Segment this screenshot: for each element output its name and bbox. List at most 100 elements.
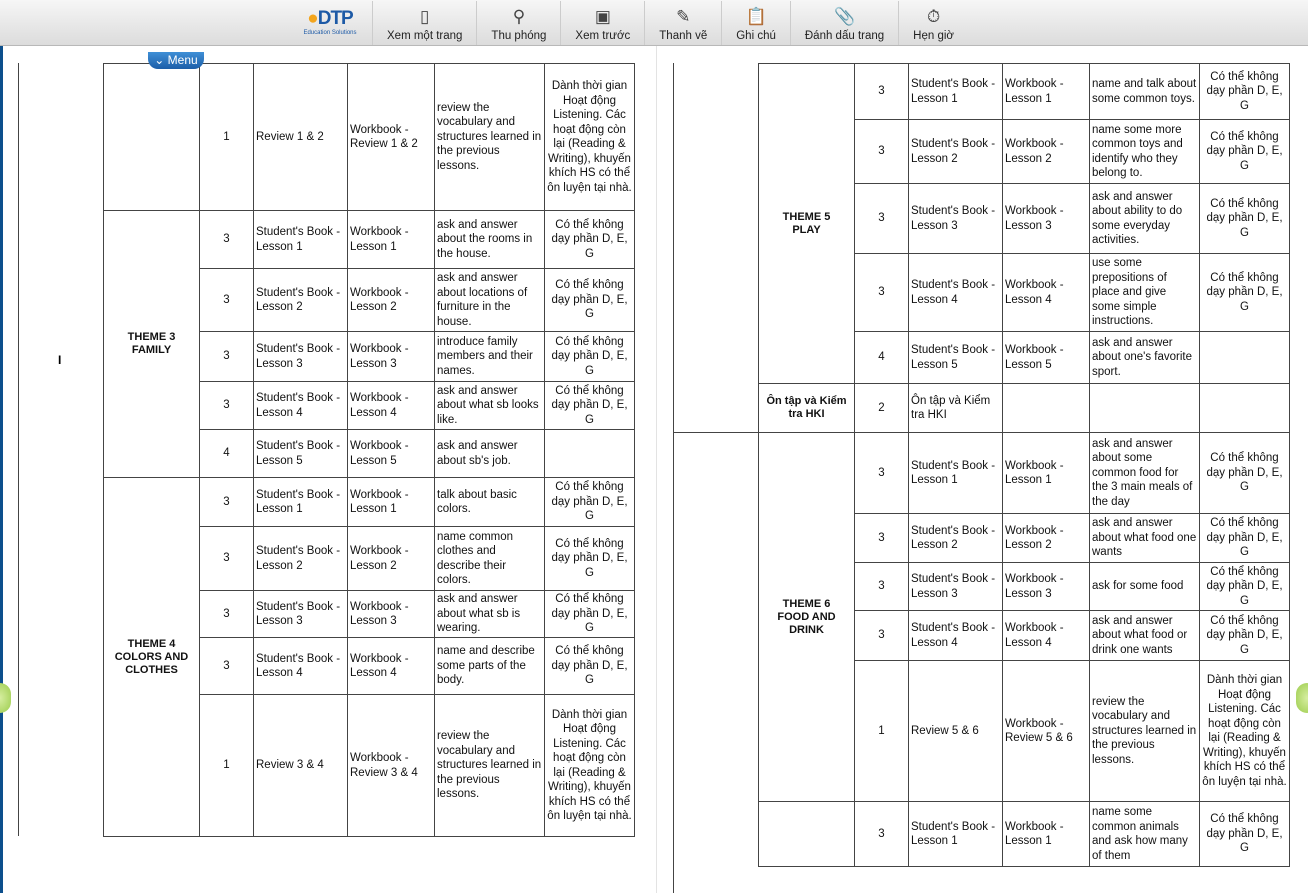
students-book-cell: Student's Book - Lesson 1	[253, 477, 348, 527]
theme-cell: THEME 6 FOOD AND DRINK	[758, 432, 855, 802]
students-book-cell: Student's Book - Lesson 3	[253, 331, 348, 382]
note-cell: Có thể không dạy phần D, E, G	[1199, 513, 1290, 563]
previous-page-button[interactable]	[0, 683, 11, 713]
objective-cell: review the vocabulary and structures lea…	[1089, 660, 1200, 802]
toolbar: ●DTP Education Solutions ▯ Xem một trang ⚲…	[0, 0, 1308, 46]
note-cell: Có thể không dạy phần D, E, G	[1199, 432, 1290, 514]
toolbar-button-label: Đánh dấu trang	[804, 30, 885, 42]
periods-cell: 3	[199, 637, 254, 695]
note-cell: Có thể không dạy phần D, E, G	[544, 210, 635, 269]
periods-cell: 3	[199, 526, 254, 591]
workbook-cell: Workbook - Lesson 2	[347, 268, 435, 332]
workbook-cell: Workbook - Lesson 1	[1002, 801, 1090, 867]
periods-cell: 3	[854, 63, 909, 120]
students-book-cell: Student's Book - Lesson 1	[908, 63, 1003, 120]
toolbar-button-preview[interactable]: ▣ Xem trước	[560, 1, 644, 45]
table-row: THEME 3 FAMILY 3 Student's Book - Lesson 1…	[103, 210, 635, 478]
periods-cell: 3	[199, 477, 254, 527]
students-book-cell: Student's Book - Lesson 4	[908, 253, 1003, 332]
workbook-cell: Workbook - Lesson 1	[347, 477, 435, 527]
periods-cell: 4	[854, 331, 909, 384]
table-row: THEME 6 FOOD AND DRINK 3 Student's Book - …	[758, 432, 1290, 802]
theme-cell: THEME 3 FAMILY	[103, 210, 200, 478]
next-page-button[interactable]	[1296, 683, 1308, 713]
bookmark-clip-icon: 📎	[833, 7, 856, 26]
section-column-border	[673, 63, 674, 893]
theme-cell: THEME 5 PLAY	[758, 63, 855, 384]
note-cell: Dành thời gian Hoạt động Listening. Các …	[544, 63, 635, 211]
students-book-cell: Student's Book - Lesson 4	[253, 381, 348, 430]
preview-icon: ▣	[594, 7, 611, 26]
note-cell: Có thể không dạy phần D, E, G	[544, 381, 635, 430]
students-book-cell: Ôn tập và Kiểm tra HKI	[908, 383, 1003, 433]
single-page-icon: ▯	[420, 7, 430, 26]
students-book-cell: Student's Book - Lesson 5	[253, 429, 348, 478]
workbook-cell: Workbook - Lesson 5	[1002, 331, 1090, 384]
students-book-cell: Student's Book - Lesson 2	[253, 268, 348, 332]
objective-cell: ask and answer about locations of furnit…	[434, 268, 545, 332]
workbook-cell: Workbook - Lesson 4	[1002, 253, 1090, 332]
workbook-cell: Workbook - Lesson 4	[347, 637, 435, 695]
note-cell: Có thể không dạy phần D, E, G	[544, 637, 635, 695]
toolbar-button-bookmark-clip[interactable]: 📎 Đánh dấu trang	[789, 1, 898, 45]
workbook-cell	[1002, 383, 1090, 433]
table-row: THEME 4 COLORS AND CLOTHES 3 Student's Boo…	[103, 477, 635, 837]
objective-cell: ask and answer about the rooms in the ho…	[434, 210, 545, 269]
toolbar-button-label: Thu phóng	[491, 30, 547, 42]
workbook-cell: Workbook - Review 3 & 4	[347, 694, 435, 837]
objective-cell: ask and answer about what sb looks like.	[434, 381, 545, 430]
periods-cell: 3	[854, 610, 909, 661]
workbook-cell: Workbook - Lesson 3	[347, 590, 435, 638]
note-cell: Có thể không dạy phần D, E, G	[1199, 119, 1290, 184]
note-cell: Có thể không dạy phần D, E, G	[544, 477, 635, 527]
note-cell: Có thể không dạy phần D, E, G	[1199, 183, 1290, 254]
note-cell	[1199, 331, 1290, 384]
students-book-cell: Student's Book - Lesson 3	[908, 562, 1003, 611]
theme-cell: Ôn tập và Kiểm tra HKI	[758, 383, 855, 433]
note-cell: Có thể không dạy phần D, E, G	[1199, 610, 1290, 661]
table-row: 3 Student's Book - Lesson 1 Workbook - Les…	[758, 801, 1290, 867]
students-book-cell: Student's Book - Lesson 5	[908, 331, 1003, 384]
workbook-cell: Workbook - Review 1 & 2	[347, 63, 435, 211]
students-book-cell: Student's Book - Lesson 2	[908, 513, 1003, 563]
objective-cell: name common clothes and describe their c…	[434, 526, 545, 591]
objective-cell: ask and answer about ability to do some …	[1089, 183, 1200, 254]
periods-cell: 3	[854, 253, 909, 332]
zoom-icon: ⚲	[512, 7, 526, 26]
objective-cell	[1089, 383, 1200, 433]
theme-cell	[103, 63, 200, 211]
toolbar-button-pencil[interactable]: ✎ Thanh vẽ	[644, 1, 721, 45]
workbook-cell: Workbook - Lesson 5	[347, 429, 435, 478]
periods-cell: 3	[854, 119, 909, 184]
left-curriculum-table: 1 Review 1 & 2 Workbook - Review 1 & 2 revi…	[103, 63, 635, 837]
workbook-cell: Workbook - Lesson 1	[347, 210, 435, 269]
note-cell: Có thể không dạy phần D, E, G	[1199, 801, 1290, 867]
note-cell: Có thể không dạy phần D, E, G	[1199, 562, 1290, 611]
toolbar-button-single-page[interactable]: ▯ Xem một trang	[372, 1, 476, 45]
table-row: THEME 5 PLAY 3 Student's Book - Lesson 1 Wo…	[758, 63, 1290, 384]
periods-cell: 3	[854, 801, 909, 867]
note-cell	[1199, 383, 1290, 433]
students-book-cell: Student's Book - Lesson 1	[908, 432, 1003, 514]
workbook-cell: Workbook - Lesson 3	[1002, 562, 1090, 611]
students-book-cell: Student's Book - Lesson 3	[908, 183, 1003, 254]
left-edge-stripe	[0, 46, 3, 893]
objective-cell: ask and answer about one's favorite spor…	[1089, 331, 1200, 384]
toolbar-button-timer[interactable]: ⏱ Hẹn giờ	[898, 1, 968, 45]
workbook-cell: Workbook - Lesson 2	[347, 526, 435, 591]
students-book-cell: Review 1 & 2	[253, 63, 348, 211]
right-curriculum-table: THEME 5 PLAY 3 Student's Book - Lesson 1 Wo…	[758, 63, 1290, 867]
toolbar-button-note[interactable]: 📋 Ghi chú	[721, 1, 790, 45]
note-icon: 📋	[745, 7, 767, 26]
menu-button[interactable]: ⌄ Menu	[148, 52, 204, 69]
workbook-cell: Workbook - Lesson 3	[1002, 183, 1090, 254]
students-book-cell: Student's Book - Lesson 1	[908, 801, 1003, 867]
workbook-cell: Workbook - Lesson 3	[347, 331, 435, 382]
students-book-cell: Student's Book - Lesson 4	[253, 637, 348, 695]
note-cell: Dành thời gian Hoạt động Listening. Các …	[544, 694, 635, 837]
objective-cell: name some more common toys and identify …	[1089, 119, 1200, 184]
toolbar-button-zoom[interactable]: ⚲ Thu phóng	[476, 1, 560, 45]
periods-cell: 3	[199, 210, 254, 269]
students-book-cell: Student's Book - Lesson 4	[908, 610, 1003, 661]
periods-cell: 3	[199, 590, 254, 638]
